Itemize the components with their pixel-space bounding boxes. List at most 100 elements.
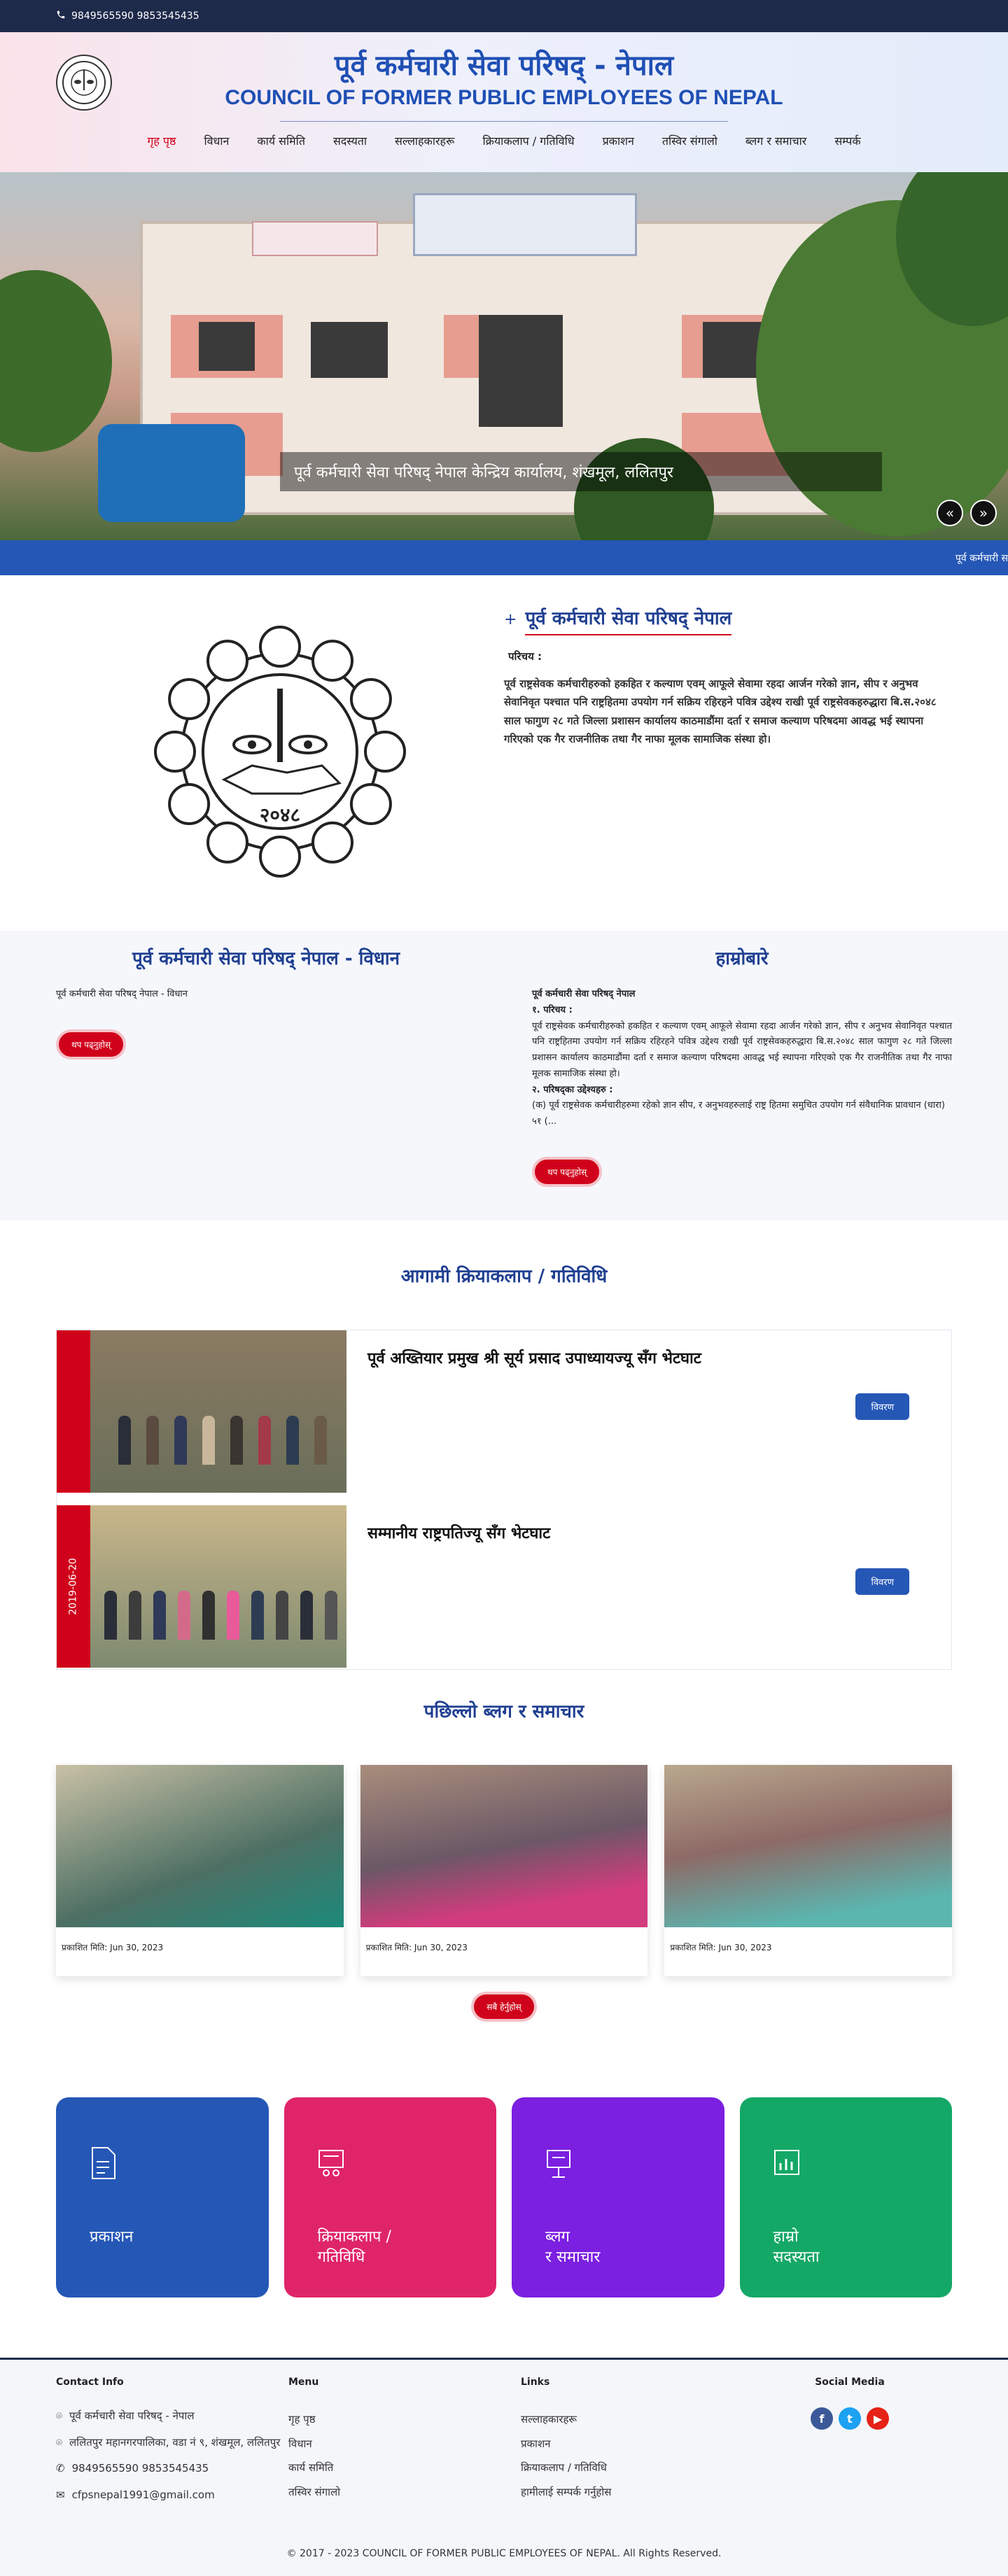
tile-label: क्रियाकलाप / गतिविधि: [317, 2228, 391, 2266]
slider-prev-button[interactable]: «: [937, 500, 963, 526]
footer-menu-item[interactable]: गृह पृष्ठ: [288, 2407, 521, 2432]
blog-image[interactable]: [664, 1765, 953, 1927]
about-title: पूर्व कर्मचारी सेवा परिषद् नेपाल: [525, 605, 732, 635]
blog-card[interactable]: प्रकाशित मिति: Jun 30, 2023: [56, 1765, 344, 1976]
tile-activities[interactable]: क्रियाकलाप / गतिविधि: [284, 2097, 496, 2297]
blog-date: प्रकाशित मिति: Jun 30, 2023: [62, 1943, 164, 1952]
mail-icon: ✉: [56, 2488, 65, 2501]
nav-committee[interactable]: कार्य समिति: [257, 133, 305, 148]
footer-link[interactable]: प्रकाशन: [521, 2432, 753, 2456]
about-label: परिचय :: [508, 650, 542, 663]
event-date-bar: [57, 1330, 90, 1493]
events-title: आगामी क्रियाकलाप / गतिविधि: [400, 1266, 608, 1287]
hamro-title: हाम्रोबारे: [715, 948, 769, 969]
about-us-column: हाम्रोबारे पूर्व कर्मचारी सेवा परिषद् ने…: [532, 945, 952, 1220]
tile-publications[interactable]: प्रकाशन: [56, 2097, 269, 2297]
footer-link[interactable]: सल्लाहकारहरू: [521, 2407, 753, 2432]
location-icon: ⌾: [56, 2409, 63, 2422]
header-divider: [280, 121, 728, 122]
contact-item: ⌾ पूर्व कर्मचारी सेवा परिषद् - नेपाल: [56, 2407, 288, 2426]
plus-icon: +: [504, 611, 517, 628]
blog-image[interactable]: [360, 1765, 648, 1927]
tile-label: ब्लग र समाचार: [545, 2228, 601, 2266]
blog-card[interactable]: प्रकाशित मिति: Jun 30, 2023: [360, 1765, 648, 1976]
nav-contact[interactable]: सम्पर्क: [834, 133, 860, 148]
nav-publications[interactable]: प्रकाशन: [603, 133, 634, 148]
footer-menu-title: Menu: [288, 2377, 319, 2388]
nav-blog[interactable]: ब्लग र समाचार: [746, 133, 807, 148]
document-icon: [92, 2147, 115, 2179]
ticker-text[interactable]: पूर्व कर्मचारी स: [955, 551, 1008, 565]
emblem-logo: २०४८: [147, 619, 413, 887]
site-title-en: COUNCIL OF FORMER PUBLIC EMPLOYEES OF NE…: [225, 86, 783, 109]
hamro-heading-2: २. परिषद्का उद्देश्यहरु :: [532, 1084, 613, 1095]
event-title[interactable]: सम्मानीय राष्ट्रपतिज्यू सँग भेटघाट: [368, 1522, 930, 1543]
footer-menu-item[interactable]: तस्विर संगालो: [288, 2480, 521, 2505]
top-phone[interactable]: 9849565590 9853545435: [71, 10, 200, 22]
nav-home[interactable]: गृह पृष्ठ: [147, 133, 176, 148]
chart-icon: [774, 2150, 799, 2175]
about-body: पूर्व राष्ट्रसेवक कर्मचारीहरुको हकहित र …: [504, 677, 937, 745]
tile-label: हाम्रो सदस्यता: [773, 2228, 820, 2266]
event-date-bar: 2019-06-20: [57, 1505, 90, 1668]
tile-label: प्रकाशन: [90, 2228, 134, 2246]
hamro-read-more-button[interactable]: थप पढ्नुहोस्: [532, 1156, 603, 1187]
main-nav: गृह पृष्ठ विधान कार्य समिति सदस्यता सल्ल…: [0, 133, 1008, 148]
twitter-icon[interactable]: t: [839, 2407, 861, 2430]
slider-next-button[interactable]: »: [970, 500, 997, 526]
footer-link[interactable]: हामीलाई सम्पर्क गर्नुहोस: [521, 2480, 753, 2505]
tile-membership[interactable]: हाम्रो सदस्यता: [739, 2097, 952, 2297]
nav-vidhan[interactable]: विधान: [204, 133, 229, 148]
quick-links: प्रकाशन क्रियाकलाप / गतिविधि ब्लग र समाच…: [56, 2097, 952, 2297]
nav-gallery[interactable]: तस्विर संगालो: [662, 133, 718, 148]
vidhan-text: पूर्व कर्मचारी सेवा परिषद् नेपाल - विधान: [56, 989, 188, 999]
presentation-icon: [318, 2150, 344, 2176]
vidhan-column: पूर्व कर्मचारी सेवा परिषद् नेपाल - विधान…: [56, 945, 476, 1220]
events-list: पूर्व अख्तियार प्रमुख श्री सूर्य प्रसाद …: [56, 1330, 952, 1670]
blog-list: प्रकाशित मिति: Jun 30, 2023 प्रकाशित मित…: [56, 1765, 953, 1976]
nav-membership[interactable]: सदस्यता: [333, 133, 367, 148]
site-footer: Contact Info ⌾ पूर्व कर्मचारी सेवा परिषद्…: [0, 2358, 1008, 2576]
about-section: २०४८ + पूर्व कर्मचारी सेवा परिषद् नेपाल प…: [0, 575, 1008, 931]
tile-blog[interactable]: ब्लग र समाचार: [512, 2097, 724, 2297]
nav-activities[interactable]: क्रियाकलाप / गतिविधि: [482, 133, 574, 148]
contact-item[interactable]: ✆ 9849565590 9853545435: [56, 2460, 288, 2478]
blog-image[interactable]: [56, 1765, 344, 1927]
vidhan-title: पूर्व कर्मचारी सेवा परिषद् नेपाल - विधान: [132, 948, 400, 969]
hero-slider: पूर्व कर्मचारी सेवा परिषद् नेपाल केन्द्र…: [0, 172, 1008, 540]
event-details-button[interactable]: विवरण: [855, 1568, 909, 1595]
emblem-year: २०४८: [260, 803, 300, 826]
event-photo[interactable]: [90, 1330, 346, 1493]
footer-contact-title: Contact Info: [56, 2377, 124, 2388]
hamro-org: पूर्व कर्मचारी सेवा परिषद् नेपाल: [532, 989, 636, 999]
event-item: 2019-06-20 सम्मानीय राष्ट्रपतिज्यू सँग भ…: [57, 1505, 951, 1668]
view-all-blogs-button[interactable]: सबै हेर्नुहोस्: [471, 1992, 537, 2022]
footer-menu-item[interactable]: विधान: [288, 2432, 521, 2456]
youtube-icon[interactable]: ▶: [867, 2407, 889, 2430]
nav-advisors[interactable]: सल्लाहकारहरू: [395, 133, 454, 148]
site-title-np: पूर्व कर्मचारी सेवा परिषद् - नेपाल: [334, 50, 674, 82]
blog-date: प्रकाशित मिति: Jun 30, 2023: [365, 1943, 468, 1952]
hero-caption: पूर्व कर्मचारी सेवा परिषद् नेपाल केन्द्र…: [280, 452, 882, 491]
contact-item: ⌾ ललितपुर महानगरपालिका, वडा नं ९, शंखमूल,…: [56, 2434, 288, 2452]
blog-date: प्रकाशित मिति: Jun 30, 2023: [670, 1943, 772, 1952]
event-title[interactable]: पूर्व अख्तियार प्रमुख श्री सूर्य प्रसाद …: [368, 1347, 930, 1368]
phone-icon: ✆: [56, 2462, 65, 2475]
event-details-button[interactable]: विवरण: [855, 1393, 909, 1420]
board-icon: [547, 2150, 570, 2178]
footer-link[interactable]: क्रियाकलाप / गतिविधि: [521, 2456, 753, 2480]
vidhan-read-more-button[interactable]: थप पढ्नुहोस्: [56, 1029, 127, 1060]
logo[interactable]: [56, 55, 112, 111]
event-date: 2019-06-20: [68, 1558, 79, 1615]
footer-social-title: Social Media: [815, 2377, 885, 2388]
event-item: पूर्व अख्तियार प्रमुख श्री सूर्य प्रसाद …: [57, 1330, 951, 1493]
blog-card[interactable]: प्रकाशित मिति: Jun 30, 2023: [664, 1765, 953, 1976]
facebook-icon[interactable]: f: [811, 2407, 833, 2430]
event-photo[interactable]: [90, 1505, 346, 1668]
top-bar: 9849565590 9853545435: [0, 0, 1008, 32]
hamro-paragraph-1: पूर्व राष्ट्रसेवक कर्मचारीहरुको हकहित र …: [532, 1020, 952, 1079]
footer-menu-item[interactable]: कार्य समिति: [288, 2456, 521, 2480]
footer-links-title: Links: [521, 2377, 550, 2388]
copyright: © 2017 - 2023 COUNCIL OF FORMER PUBLIC E…: [286, 2548, 722, 2559]
contact-item[interactable]: ✉ cfpsnepal1991@gmail.com: [56, 2486, 288, 2505]
